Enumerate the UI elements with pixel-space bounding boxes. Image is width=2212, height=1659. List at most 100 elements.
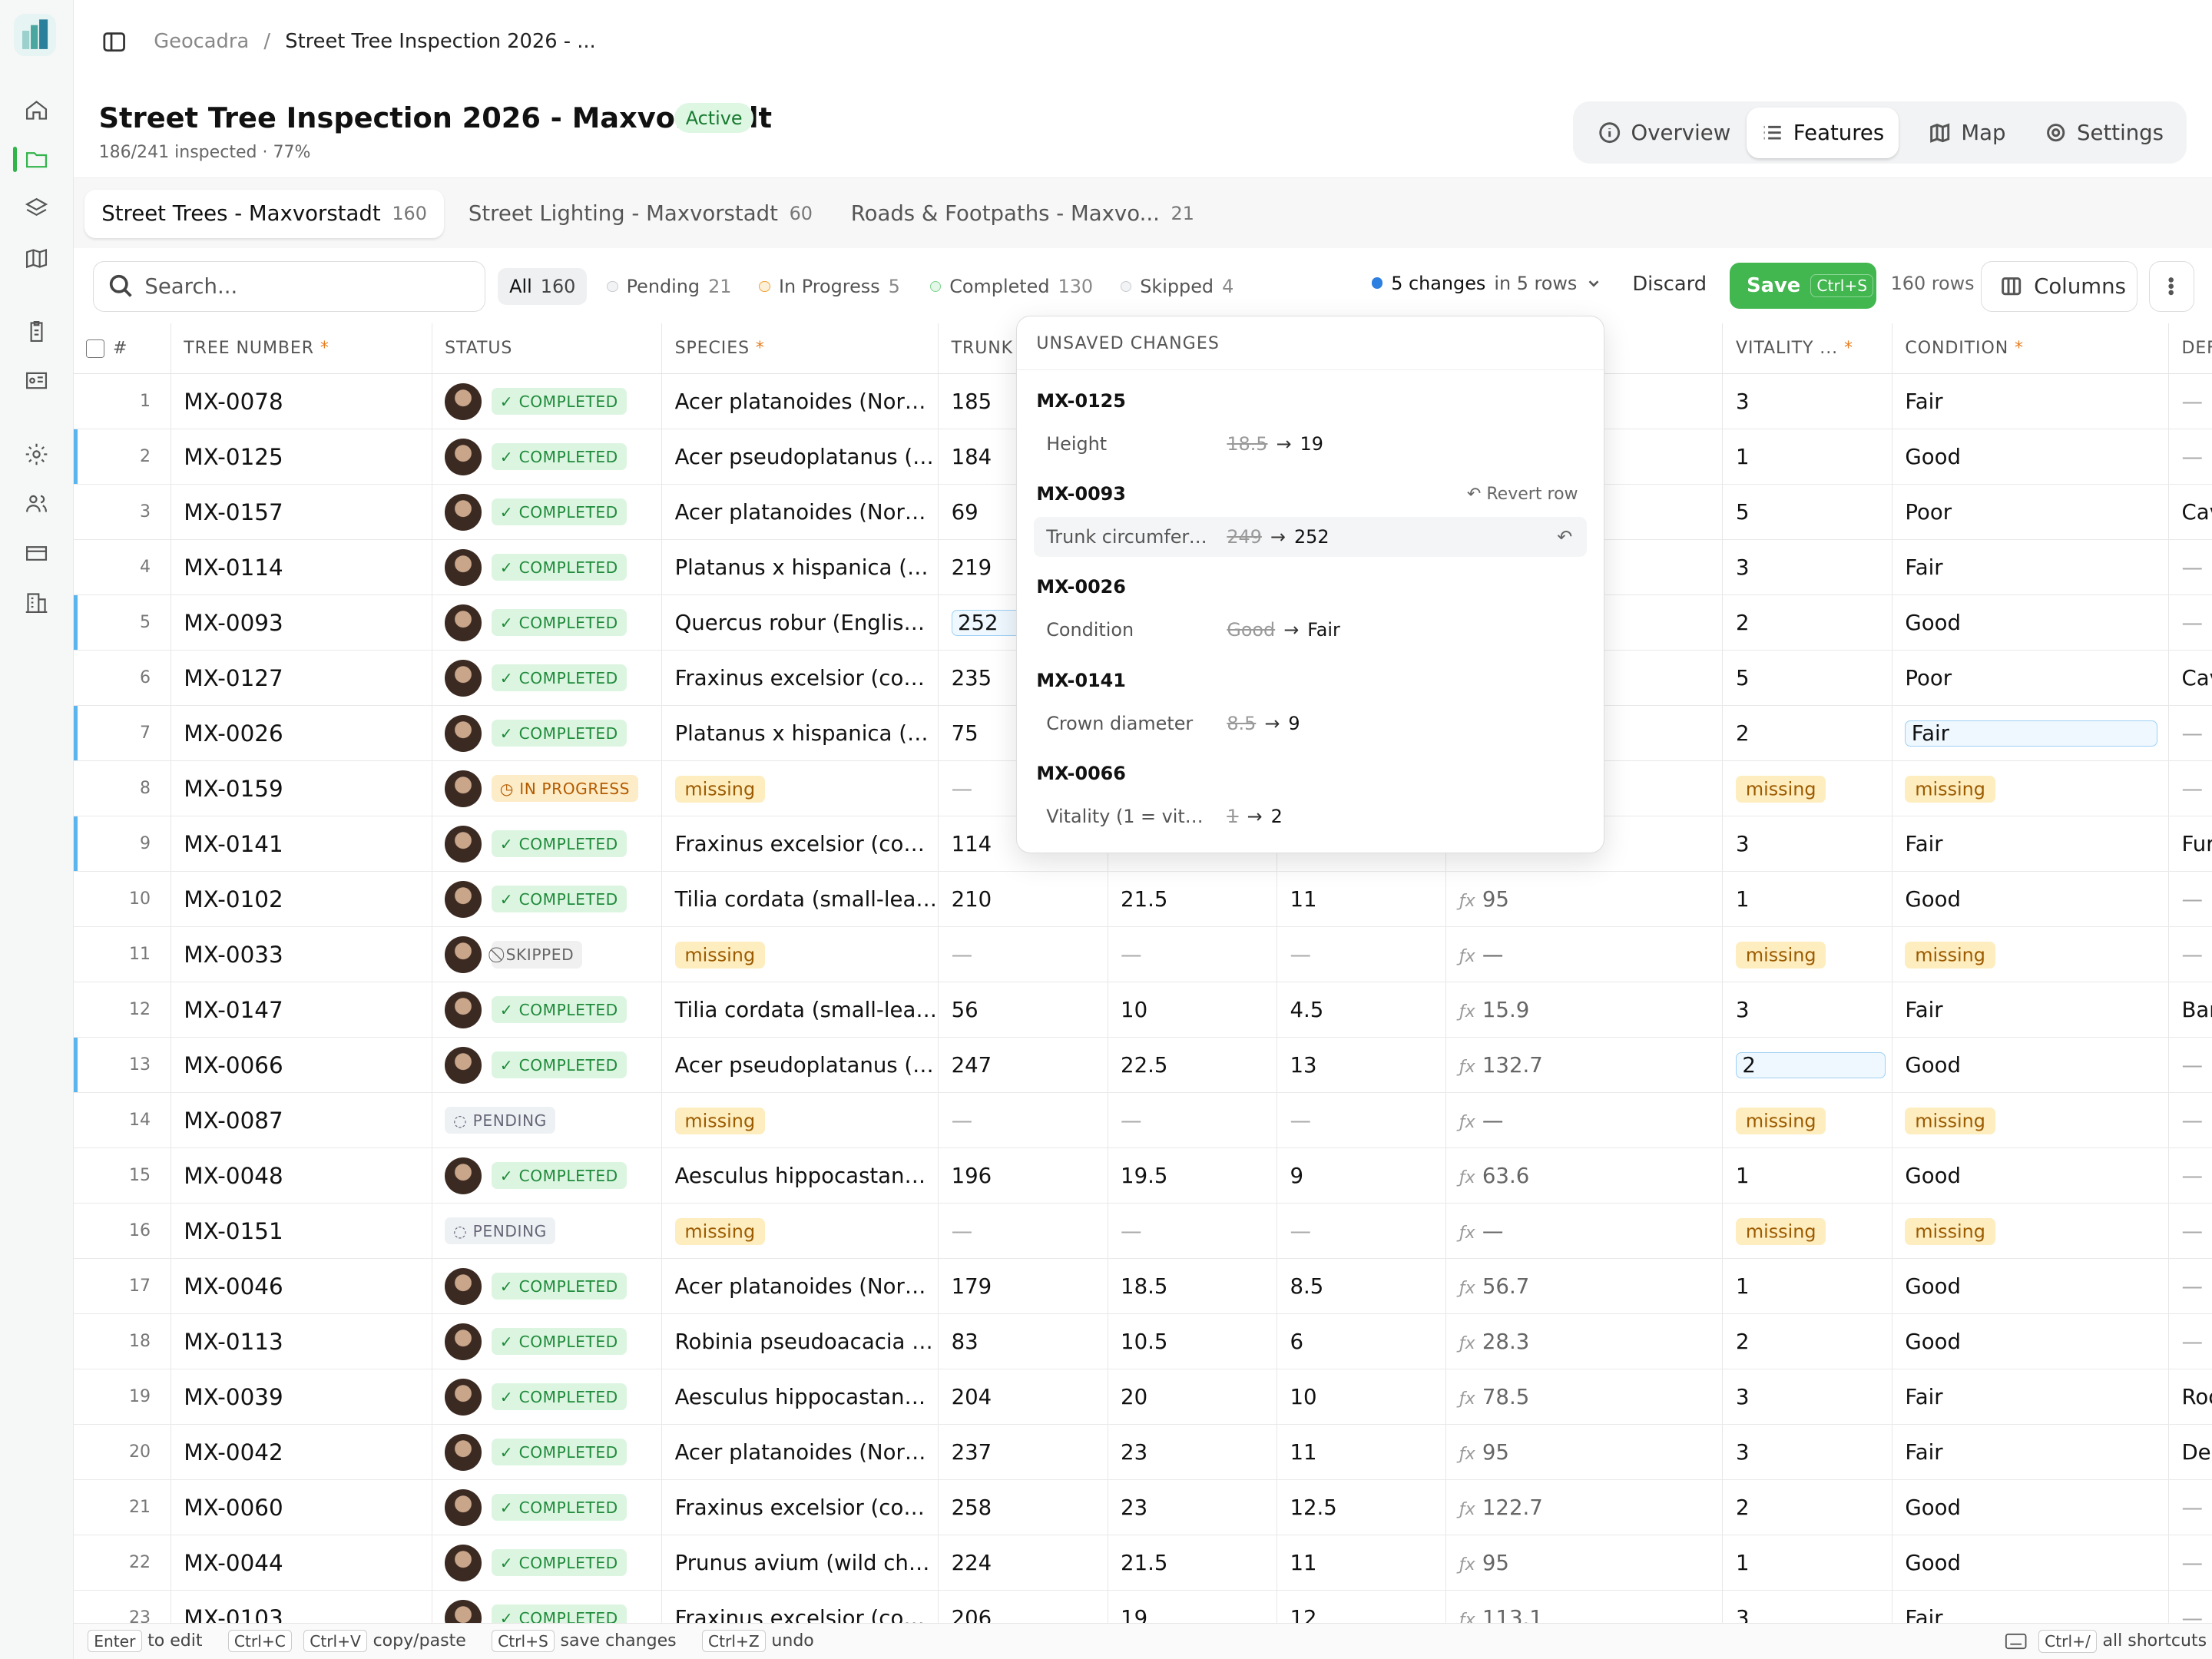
vitality-cell[interactable]: missing [1722,760,1892,817]
tree-number-cell[interactable]: MX-0125 [171,429,432,485]
vitality-cell[interactable]: 2 [1722,1313,1892,1370]
species-cell[interactable]: Aesculus hippocastanu... [661,1369,939,1426]
layers-icon[interactable] [24,196,49,221]
select-all-checkbox[interactable] [86,339,104,358]
table-row[interactable]: 21 MX-0060 ✓ COMPLETED Fraxinus excelsior (c… [73,1479,2212,1536]
defect-cell[interactable]: — [2168,1479,2212,1536]
condition-cell[interactable]: Good [1892,871,2169,928]
condition-cell[interactable]: missing [1892,1092,2169,1149]
species-cell[interactable]: missing [661,1092,939,1149]
species-cell[interactable]: Fraxinus excelsior (com... [661,1479,939,1536]
species-cell[interactable]: Fraxinus excelsior (com... [661,816,939,873]
change-feature-id[interactable]: MX-0026 [1036,576,1126,598]
tree-number-cell[interactable]: MX-0042 [171,1424,432,1481]
tree-number-cell[interactable]: MX-0044 [171,1535,432,1591]
home-icon[interactable] [24,98,49,123]
filter-in-progress[interactable]: In Progress 5 [759,268,900,305]
table-row[interactable]: 10 MX-0102 ✓ COMPLETED Tilia cordata (small-… [73,871,2212,928]
tree-number-cell[interactable]: MX-0127 [171,650,432,707]
tab-features[interactable]: Features [1747,107,1899,158]
height-cell[interactable]: 18.5 [1108,1258,1277,1315]
filter-all[interactable]: All 160 [498,268,588,305]
trunk-cell[interactable]: 210 [938,871,1108,928]
tree-number-cell[interactable]: MX-0151 [171,1203,432,1260]
sidebar-toggle-icon[interactable] [103,31,126,53]
defect-cell[interactable]: — [2168,539,2212,596]
trunk-cell[interactable]: — [938,1092,1108,1149]
vitality-cell[interactable]: 3 [1722,1369,1892,1426]
tree-number-cell[interactable]: MX-0113 [171,1313,432,1370]
height-cell[interactable]: 21.5 [1108,1535,1277,1591]
vitality-cell[interactable]: 2 [1722,1037,1892,1094]
condition-cell[interactable]: Fair [1892,539,2169,596]
status-cell[interactable]: ✓ COMPLETED [432,539,663,596]
status-cell[interactable]: ◌ PENDING [432,1092,663,1149]
defect-cell[interactable]: — [2168,760,2212,817]
defect-cell[interactable]: — [2168,1092,2212,1149]
revert-field-icon[interactable]: ↶ [1557,526,1572,548]
trunk-cell[interactable]: 56 [938,982,1108,1038]
tree-number-cell[interactable]: MX-0141 [171,816,432,873]
vitality-cell[interactable]: 1 [1722,871,1892,928]
column-header[interactable]: VITALITY ... * [1722,323,1892,375]
trunk-cell[interactable]: 224 [938,1535,1108,1591]
crown-cell[interactable]: 9 [1277,1147,1447,1204]
status-cell[interactable]: ✓ COMPLETED [432,1313,663,1370]
tree-number-cell[interactable]: MX-0066 [171,1037,432,1094]
status-cell[interactable]: ✓ COMPLETED [432,705,663,762]
vitality-cell[interactable]: 1 [1722,1535,1892,1591]
trunk-cell[interactable]: — [938,926,1108,983]
condition-cell[interactable]: Good [1892,1479,2169,1536]
vitality-cell[interactable]: 2 [1722,705,1892,762]
vitality-cell[interactable]: missing [1722,1092,1892,1149]
vitality-cell[interactable]: 1 [1722,1258,1892,1315]
tree-number-cell[interactable]: MX-0159 [171,760,432,817]
status-cell[interactable]: ✓ COMPLETED [432,982,663,1038]
column-header[interactable]: STATUS [432,323,663,375]
tree-number-cell[interactable]: MX-0087 [171,1092,432,1149]
defect-cell[interactable]: — [2168,1535,2212,1591]
crown-cell[interactable]: 6 [1277,1313,1447,1370]
crown-cell[interactable]: 8.5 [1277,1258,1447,1315]
status-cell[interactable]: ⃠ SKIPPED [432,926,663,983]
condition-cell[interactable]: Poor [1892,484,2169,541]
defect-cell[interactable]: — [2168,429,2212,485]
column-header[interactable]: DEF [2168,323,2212,375]
defect-cell[interactable]: — [2168,1147,2212,1204]
status-cell[interactable]: ✓ COMPLETED [432,1369,663,1426]
condition-cell[interactable]: Fair [1892,705,2169,762]
condition-cell[interactable]: Good [1892,429,2169,485]
change-feature-id[interactable]: MX-0125 [1036,390,1126,412]
change-feature-id[interactable]: MX-0066 [1036,763,1126,784]
column-header[interactable]: CONDITION * [1892,323,2169,375]
height-cell[interactable]: 23 [1108,1424,1277,1481]
status-cell[interactable]: ✓ COMPLETED [432,1424,663,1481]
trunk-cell[interactable]: — [938,1203,1108,1260]
defect-cell[interactable]: — [2168,373,2212,430]
discard-button[interactable]: Discard [1632,273,1707,296]
species-cell[interactable]: Acer platanoides (Norw... [661,373,939,430]
defect-cell[interactable]: — [2168,1037,2212,1094]
trunk-cell[interactable]: 258 [938,1479,1108,1536]
species-cell[interactable]: Acer platanoides (Norw... [661,1424,939,1481]
vitality-cell[interactable]: 3 [1722,816,1892,873]
column-header[interactable]: SPECIES * [661,323,939,375]
species-cell[interactable]: missing [661,1203,939,1260]
vitality-cell[interactable]: 3 [1722,982,1892,1038]
species-cell[interactable]: Robinia pseudoacacia (... [661,1313,939,1370]
status-cell[interactable]: ✓ COMPLETED [432,1258,663,1315]
map-icon[interactable] [24,246,49,271]
crown-cell[interactable]: 11 [1277,1535,1447,1591]
columns-button[interactable]: Columns [1981,260,2138,312]
revert-row-button[interactable]: ↶ Revert row [1467,485,1578,504]
tree-number-cell[interactable]: MX-0060 [171,1479,432,1536]
species-cell[interactable]: Prunus avium (wild cher... [661,1535,939,1591]
crown-cell[interactable]: — [1277,1203,1447,1260]
filter-skipped[interactable]: Skipped 4 [1120,268,1233,305]
search-input[interactable] [144,273,455,299]
filter-pending[interactable]: Pending 21 [606,268,731,305]
vitality-cell[interactable]: 1 [1722,429,1892,485]
column-header[interactable]: TREE NUMBER * [171,323,432,375]
status-cell[interactable]: ✓ COMPLETED [432,650,663,707]
table-row[interactable]: 11 MX-0033⃠ SKIPPED missing — — — ƒx — missing mis… [73,926,2212,983]
